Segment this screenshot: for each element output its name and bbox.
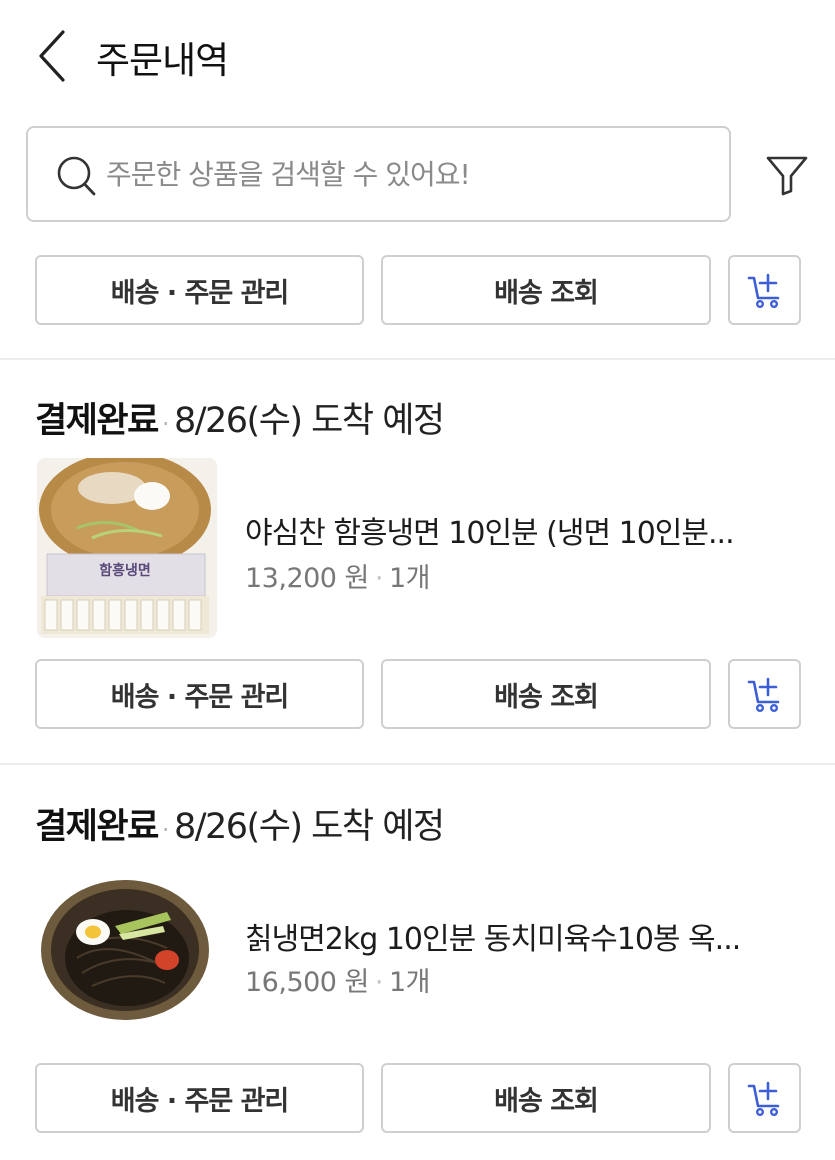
product-name[interactable]: 야심찬 함흥냉면 10인분 (냉면 10인분... (245, 508, 805, 552)
order-status-line: 결제완료 · 8/26(수) 도착 예정 (35, 798, 445, 849)
product-image[interactable]: 함흥냉면 (37, 458, 217, 638)
product-quantity: 1개 (389, 563, 431, 594)
product-name[interactable]: 칡냉면2kg 10인분 동치미육수10봉 옥... (245, 914, 805, 958)
order-status-line: 결제완료 · 8/26(수) 도착 예정 (35, 392, 445, 443)
page-title: 주문내역 (96, 39, 229, 82)
order-action-row: 배송 · 주문 관리 배송 조회 (35, 659, 801, 729)
delivery-order-manage-button[interactable]: 배송 · 주문 관리 (35, 255, 364, 325)
order-card: 결제완료 · 8/26(수) 도착 예정 함흥냉면 야심찬 함흥냉면 10인분 (냉… (0, 392, 835, 732)
chevron-left-icon (39, 30, 65, 82)
delivery-track-button[interactable]: 배송 조회 (381, 255, 711, 325)
order-card: 결제완료 · 8/26(수) 도착 예정 칡냉면2kg 10인분 동치미육수10봉 … (0, 798, 835, 1138)
order-action-row: 배송 · 주문 관리 배송 조회 (35, 1063, 801, 1133)
delivery-track-button[interactable]: 배송 조회 (381, 659, 711, 729)
separator-dot: · (161, 816, 170, 844)
search-input[interactable] (106, 146, 706, 202)
top-action-row: 배송 · 주문 관리 배송 조회 (35, 255, 801, 325)
product-image[interactable] (37, 868, 217, 1048)
delivery-track-button[interactable]: 배송 조회 (381, 1063, 711, 1133)
section-divider (0, 763, 835, 765)
product-price: 13,200 원 (245, 563, 369, 594)
section-divider (0, 358, 835, 360)
back-button[interactable] (28, 26, 76, 86)
add-to-cart-icon (747, 273, 779, 309)
product-quantity: 1개 (389, 967, 431, 998)
app-header: 주문내역 (0, 0, 835, 112)
delivery-eta: 8/26(수) 도착 예정 (173, 807, 445, 847)
package-label: 함흥냉면 (99, 562, 151, 579)
separator-dot: · (161, 410, 170, 438)
filter-button[interactable] (760, 148, 814, 202)
product-price-qty: 16,500 원 · 1개 (245, 960, 431, 999)
naengmyeon-bowl-image (37, 868, 217, 1048)
search-bar[interactable] (26, 126, 731, 222)
add-to-cart-button[interactable] (728, 255, 801, 325)
delivery-order-manage-button[interactable]: 배송 · 주문 관리 (35, 1063, 364, 1133)
product-price: 16,500 원 (245, 967, 369, 998)
delivery-eta: 8/26(수) 도착 예정 (173, 401, 445, 441)
add-to-cart-icon (747, 677, 779, 713)
separator-dot: · (374, 563, 384, 594)
separator-dot: · (374, 967, 384, 998)
add-to-cart-button[interactable] (728, 659, 801, 729)
search-icon (57, 156, 96, 196)
filter-icon (766, 156, 808, 196)
product-price-qty: 13,200 원 · 1개 (245, 556, 431, 595)
delivery-order-manage-button[interactable]: 배송 · 주문 관리 (35, 659, 364, 729)
naengmyeon-package-image: 함흥냉면 (37, 458, 217, 638)
payment-status: 결제완료 (35, 401, 159, 441)
add-to-cart-icon (747, 1081, 779, 1117)
payment-status: 결제완료 (35, 807, 159, 847)
add-to-cart-button[interactable] (728, 1063, 801, 1133)
